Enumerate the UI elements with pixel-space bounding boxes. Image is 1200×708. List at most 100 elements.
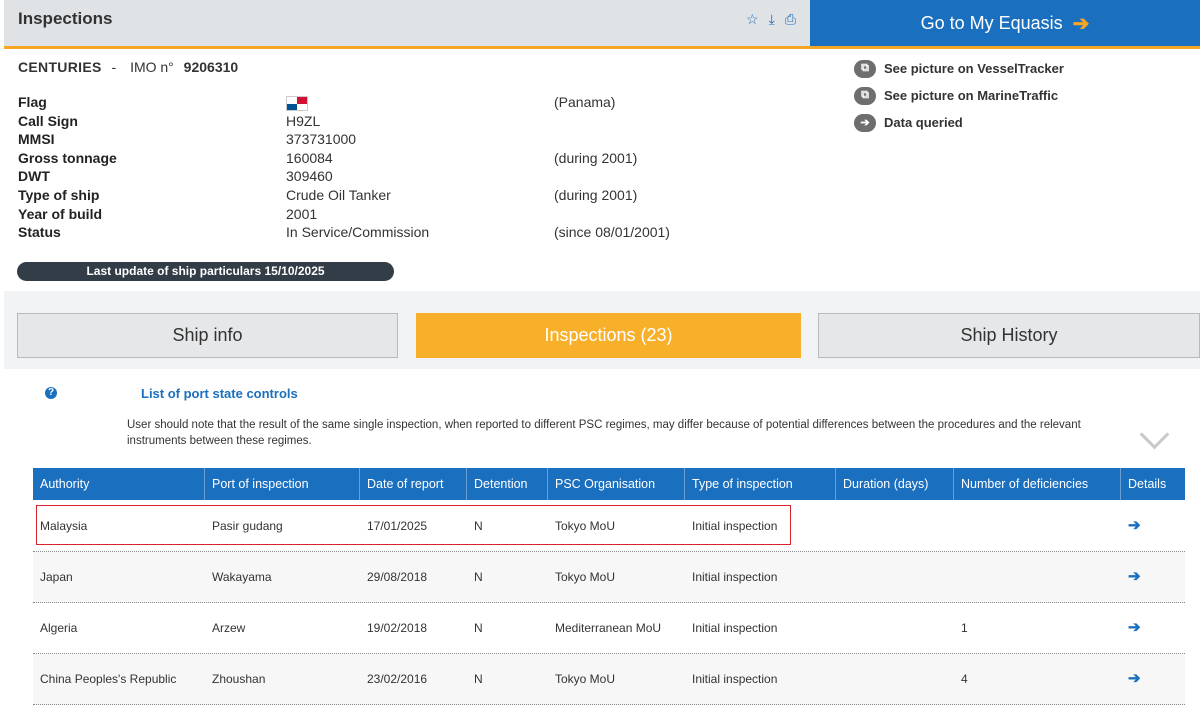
cell-authority: Algeria (40, 621, 78, 635)
header-actions: ☆ ⤓ ⎙ (746, 12, 796, 26)
column-header-type[interactable]: Type of inspection (685, 468, 836, 500)
column-header-detention[interactable]: Detention (467, 468, 548, 500)
column-header-port[interactable]: Port of inspection (205, 468, 360, 500)
cell-duration (836, 552, 843, 602)
cell-psc-organisation: Mediterranean MoU (555, 621, 662, 635)
table-row: Japan Wakayama 29/08/2018 N Tokyo MoU In… (33, 552, 1185, 603)
header-divider (4, 46, 1200, 49)
tab-ship-history[interactable]: Ship History (818, 313, 1200, 358)
cell-deficiencies: 4 (961, 672, 968, 686)
column-header-date[interactable]: Date of report (360, 468, 467, 500)
particular-label: DWT (18, 168, 50, 185)
psc-note: User should note that the result of the … (127, 419, 1081, 447)
cell-psc-organisation: Tokyo MoU (555, 672, 616, 686)
link-label: See picture on MarineTraffic (884, 88, 1059, 103)
particular-extra: (during 2001) (554, 186, 638, 203)
cell-port: Arzew (212, 621, 246, 635)
cell-type: Initial inspection (692, 570, 778, 584)
particular-label: Flag (18, 94, 47, 110)
particular-value: 2001 (286, 205, 318, 222)
particular-value: 160084 (286, 149, 333, 166)
cell-date: 29/08/2018 (367, 570, 428, 584)
help-icon[interactable]: ? (45, 387, 57, 399)
particular-label: Gross tonnage (18, 149, 117, 166)
vesseltracker-link[interactable]: ⧉ See picture on VesselTracker (854, 55, 1064, 82)
separator: - (111, 59, 117, 75)
print-icon[interactable]: ⎙ (785, 12, 796, 26)
cell-authority: Malaysia (40, 519, 88, 533)
table-row: Algeria Arzew 19/02/2018 N Mediterranean… (33, 603, 1185, 654)
cell-date: 17/01/2025 (367, 519, 428, 533)
link-label: Data queried (884, 115, 963, 130)
cell-psc-organisation: Tokyo MoU (555, 519, 616, 533)
external-links: ⧉ See picture on VesselTracker ⧉ See pic… (854, 55, 1064, 136)
column-header-psc-organisation[interactable]: PSC Organisation (548, 468, 685, 500)
link-label: See picture on VesselTracker (884, 61, 1064, 76)
particular-value: In Service/Commission (286, 224, 430, 241)
particular-label: Status (18, 224, 61, 241)
imo-number: 9206310 (183, 59, 239, 75)
cell-duration (836, 603, 843, 653)
cell-type: Initial inspection (692, 672, 778, 686)
tab-label: Inspections (23) (544, 325, 673, 345)
column-header-duration[interactable]: Duration (days) (836, 468, 954, 500)
details-arrow-icon[interactable]: ➔ (1121, 501, 1141, 551)
cell-detention: N (474, 672, 483, 686)
particular-value: 373731000 (286, 131, 357, 148)
external-link-icon: ⧉ (854, 86, 876, 105)
cell-detention: N (474, 570, 483, 584)
details-arrow-icon[interactable]: ➔ (1121, 552, 1141, 602)
tab-label: Ship History (960, 325, 1058, 345)
table-row: Malaysia Pasir gudang 17/01/2025 N Tokyo… (33, 501, 1185, 552)
download-icon[interactable]: ⤓ (769, 12, 775, 26)
particular-value: Crude Oil Tanker (286, 186, 391, 203)
cell-detention: N (474, 519, 483, 533)
external-link-icon: ⧉ (854, 59, 876, 78)
details-arrow-icon[interactable]: ➔ (1121, 654, 1141, 704)
particular-label: Year of build (18, 205, 103, 222)
list-title: List of port state controls (141, 386, 298, 401)
cell-psc-organisation: Tokyo MoU (555, 570, 616, 584)
particular-extra: (since 08/01/2001) (554, 224, 670, 241)
arrow-right-icon: ➔ (1072, 12, 1090, 35)
particular-extra: (during 2001) (554, 149, 638, 166)
header-bar: Inspections ☆ ⤓ ⎙ (4, 0, 810, 46)
cell-date: 23/02/2016 (367, 672, 428, 686)
ship-heading: CENTURIES - IMO n° 9206310 (18, 59, 238, 75)
go-to-my-equasis-button[interactable]: Go to My Equasis ➔ (810, 0, 1200, 46)
column-header-authority[interactable]: Authority (33, 468, 205, 500)
flag-icon (286, 94, 308, 112)
column-header-details[interactable]: Details (1121, 468, 1185, 500)
imo-label: IMO n° (130, 59, 174, 75)
cell-authority: Japan (40, 570, 73, 584)
cell-date: 19/02/2018 (367, 621, 428, 635)
tab-ship-info[interactable]: Ship info (17, 313, 398, 358)
tab-inspections[interactable]: Inspections (23) (416, 313, 801, 358)
particular-value: H9ZL (286, 112, 321, 129)
particular-label: Call Sign (18, 112, 78, 129)
star-icon[interactable]: ☆ (746, 12, 759, 26)
cell-deficiencies (954, 552, 961, 602)
details-arrow-icon[interactable]: ➔ (1121, 603, 1141, 653)
marinetraffic-link[interactable]: ⧉ See picture on MarineTraffic (854, 82, 1064, 109)
chevron-down-icon[interactable] (1139, 419, 1170, 450)
cell-duration (836, 501, 843, 551)
particular-extra: (Panama) (554, 94, 616, 110)
particular-label: MMSI (18, 131, 55, 148)
cell-detention: N (474, 621, 483, 635)
particular-label: Type of ship (18, 186, 100, 203)
cell-type: Initial inspection (692, 519, 778, 533)
table-row: China Peoples's Republic Zhoushan 23/02/… (33, 654, 1185, 705)
cell-authority: China Peoples's Republic (40, 672, 177, 686)
cell-port: Zhoushan (212, 672, 266, 686)
arrow-right-icon: ➔ (854, 113, 876, 132)
page-title: Inspections (18, 9, 113, 28)
cell-deficiencies (954, 501, 961, 551)
cell-deficiencies: 1 (961, 621, 968, 635)
data-queried-link[interactable]: ➔ Data queried (854, 109, 1064, 136)
column-header-deficiencies[interactable]: Number of deficiencies (954, 468, 1121, 500)
last-update-badge: Last update of ship particulars 15/10/20… (17, 262, 394, 281)
cell-port: Wakayama (212, 570, 272, 584)
go-to-my-equasis-label: Go to My Equasis (920, 12, 1063, 33)
cell-port: Pasir gudang (212, 519, 283, 533)
